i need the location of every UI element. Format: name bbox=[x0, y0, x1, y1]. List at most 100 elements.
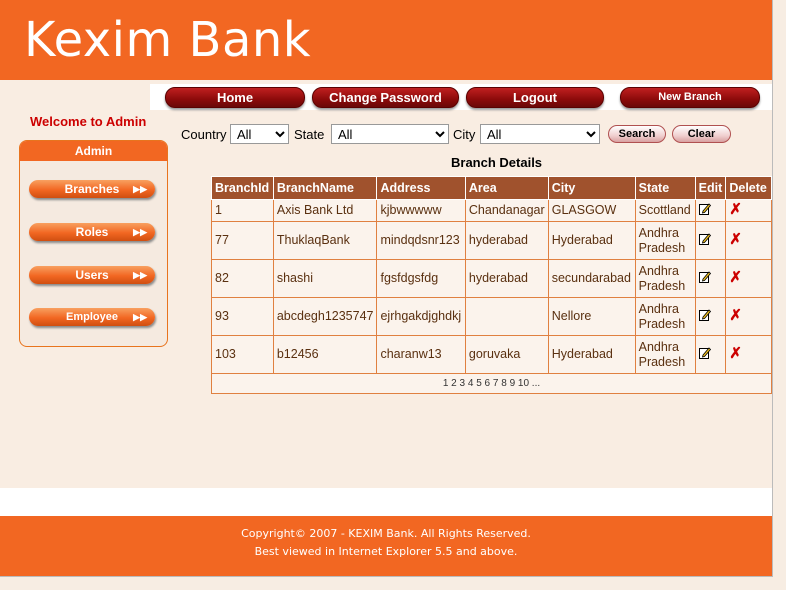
cell-branchid: 103 bbox=[211, 335, 274, 374]
welcome-text: Welcome to Admin bbox=[30, 114, 147, 129]
cell-branchname: ThuklaqBank bbox=[272, 221, 378, 260]
delete-cell: ✗ bbox=[725, 297, 772, 336]
table-row: 82 shashi fgsfdgsfdg hyderabad secundarabad A… bbox=[211, 259, 772, 298]
clear-button[interactable]: Clear bbox=[672, 125, 731, 143]
cell-address: charanw13 bbox=[376, 335, 466, 374]
pager-row: 1 2 3 4 5 6 7 8 9 10 ... bbox=[211, 373, 772, 394]
logout-button[interactable]: Logout bbox=[466, 87, 604, 108]
sidebar-item-label: Employee bbox=[66, 311, 118, 323]
col-address: Address bbox=[376, 176, 466, 200]
delete-icon[interactable]: ✗ bbox=[729, 308, 743, 323]
country-select[interactable]: All bbox=[230, 124, 289, 144]
delete-cell: ✗ bbox=[725, 221, 772, 260]
edit-icon[interactable] bbox=[698, 346, 711, 362]
footer: Copyright© 2007 - KEXIM Bank. All Rights… bbox=[0, 516, 772, 576]
double-arrow-icon: ▶▶ bbox=[133, 227, 147, 237]
copyright-text: Copyright© 2007 - KEXIM Bank. All Rights… bbox=[241, 527, 531, 540]
cell-area: hyderabad bbox=[464, 221, 549, 260]
delete-icon[interactable]: ✗ bbox=[729, 346, 743, 361]
cell-branchname: abcdegh1235747 bbox=[272, 297, 378, 336]
cell-address: kjbwwwww bbox=[376, 199, 466, 222]
cell-branchname: Axis Bank Ltd bbox=[272, 199, 378, 222]
cell-branchname: shashi bbox=[272, 259, 378, 298]
delete-icon[interactable]: ✗ bbox=[729, 202, 743, 217]
double-arrow-icon: ▶▶ bbox=[133, 312, 147, 322]
cell-city: secundarabad bbox=[547, 259, 636, 298]
edit-icon[interactable] bbox=[698, 270, 711, 286]
cell-address: fgsfdgsfdg bbox=[376, 259, 466, 298]
delete-icon[interactable]: ✗ bbox=[729, 232, 743, 247]
admin-sidebar: Admin Branches ▶▶ Roles ▶▶ Users ▶▶ Empl… bbox=[19, 140, 168, 347]
col-city: City bbox=[547, 176, 636, 200]
home-button[interactable]: Home bbox=[165, 87, 305, 108]
col-state: State bbox=[634, 176, 696, 200]
edit-cell bbox=[694, 335, 727, 374]
sidebar-item-employee[interactable]: Employee ▶▶ bbox=[29, 308, 155, 326]
sidebar-item-label: Users bbox=[75, 268, 109, 282]
delete-cell: ✗ bbox=[725, 199, 772, 222]
state-select[interactable]: All bbox=[331, 124, 449, 144]
edit-cell bbox=[694, 221, 727, 260]
top-nav: Home Change Password Logout New Branch bbox=[150, 84, 772, 110]
col-branchname: BranchName bbox=[272, 176, 378, 200]
sidebar-item-users[interactable]: Users ▶▶ bbox=[29, 266, 155, 284]
sidebar-item-label: Roles bbox=[75, 225, 109, 239]
cell-address: ejrhgakdjghdkj bbox=[376, 297, 466, 336]
pagination-links[interactable]: 1 2 3 4 5 6 7 8 9 10 ... bbox=[211, 373, 772, 394]
double-arrow-icon: ▶▶ bbox=[133, 270, 147, 280]
table-row: 77 ThuklaqBank mindqdsnr123 hyderabad Hydera… bbox=[211, 221, 772, 260]
cell-branchid: 1 bbox=[211, 199, 274, 222]
cell-city: Hyderabad bbox=[547, 335, 636, 374]
col-delete: Delete bbox=[725, 176, 772, 200]
city-select[interactable]: All bbox=[480, 124, 600, 144]
search-button[interactable]: Search bbox=[608, 125, 666, 143]
cell-branchid: 82 bbox=[211, 259, 274, 298]
new-branch-button[interactable]: New Branch bbox=[620, 87, 760, 108]
table-row: 1 Axis Bank Ltd kjbwwwww Chandanagar GLASGOW… bbox=[211, 199, 772, 222]
cell-state: Andhra Pradesh bbox=[634, 221, 696, 260]
edit-icon[interactable] bbox=[698, 308, 711, 324]
delete-cell: ✗ bbox=[725, 335, 772, 374]
footer-spacer bbox=[0, 488, 772, 516]
cell-branchid: 93 bbox=[211, 297, 274, 336]
cell-city: GLASGOW bbox=[547, 199, 636, 222]
table-row: 103 b12456 charanw13 goruvaka Hyderabad Andhr… bbox=[211, 335, 772, 374]
cell-state: Andhra Pradesh bbox=[634, 297, 696, 336]
edit-cell bbox=[694, 259, 727, 298]
edit-cell bbox=[694, 297, 727, 336]
cell-city: Hyderabad bbox=[547, 221, 636, 260]
delete-icon[interactable]: ✗ bbox=[729, 270, 743, 285]
state-label: State bbox=[294, 127, 325, 142]
header-banner: Kexim Bank bbox=[0, 0, 772, 80]
sidebar-item-branches[interactable]: Branches ▶▶ bbox=[29, 180, 155, 198]
city-label: City bbox=[453, 127, 476, 142]
cell-city: Nellore bbox=[547, 297, 636, 336]
col-edit: Edit bbox=[694, 176, 727, 200]
table-row: 93 abcdegh1235747 ejrhgakdjghdkj Nellore And… bbox=[211, 297, 772, 336]
edit-icon[interactable] bbox=[698, 202, 711, 218]
cell-state: Scottland bbox=[634, 199, 696, 222]
table-title: Branch Details bbox=[451, 155, 543, 170]
cell-state: Andhra Pradesh bbox=[634, 259, 696, 298]
change-password-button[interactable]: Change Password bbox=[312, 87, 459, 108]
cell-branchname: b12456 bbox=[272, 335, 378, 374]
cell-area: Chandanagar bbox=[464, 199, 549, 222]
cell-area: hyderabad bbox=[464, 259, 549, 298]
delete-cell: ✗ bbox=[725, 259, 772, 298]
cell-area: goruvaka bbox=[464, 335, 549, 374]
branch-table: BranchId BranchName Address Area City St… bbox=[211, 176, 772, 394]
browser-note: Best viewed in Internet Explorer 5.5 and… bbox=[254, 545, 518, 558]
cell-address: mindqdsnr123 bbox=[376, 221, 466, 260]
country-label: Country bbox=[181, 127, 227, 142]
edit-cell bbox=[694, 199, 727, 222]
table-header-row: BranchId BranchName Address Area City St… bbox=[211, 176, 772, 200]
cell-branchid: 77 bbox=[211, 221, 274, 260]
col-area: Area bbox=[464, 176, 549, 200]
sidebar-item-roles[interactable]: Roles ▶▶ bbox=[29, 223, 155, 241]
edit-icon[interactable] bbox=[698, 232, 711, 248]
sidebar-item-label: Branches bbox=[64, 182, 120, 196]
cell-area bbox=[464, 297, 549, 336]
sidebar-heading: Admin bbox=[20, 141, 167, 161]
double-arrow-icon: ▶▶ bbox=[133, 184, 147, 194]
cell-state: Andhra Pradesh bbox=[634, 335, 696, 374]
